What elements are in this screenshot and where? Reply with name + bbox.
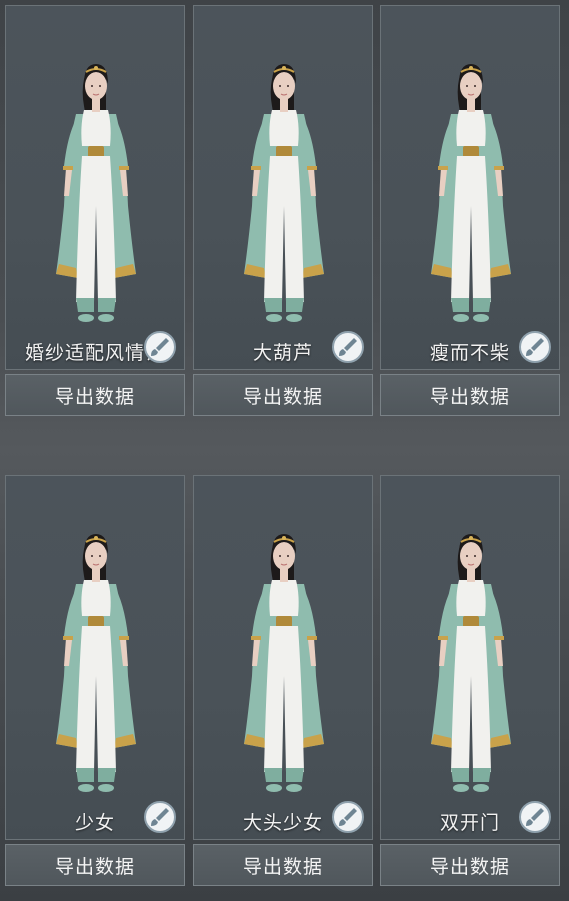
export-data-button[interactable]: 导出数据: [193, 844, 373, 886]
export-data-button[interactable]: 导出数据: [380, 374, 560, 416]
character-preview: [381, 476, 561, 841]
character-preview: [381, 6, 561, 371]
preset-card[interactable]: 双开门: [380, 475, 560, 840]
brush-icon: [339, 338, 357, 356]
character-preview: [194, 476, 374, 841]
brush-icon: [151, 338, 169, 356]
edit-preset-button[interactable]: [519, 801, 551, 833]
brush-icon: [151, 808, 169, 826]
edit-preset-button[interactable]: [144, 331, 176, 363]
character-preview: [6, 6, 186, 371]
edit-preset-button[interactable]: [144, 801, 176, 833]
character-preview: [194, 6, 374, 371]
preset-card[interactable]: 瘦而不柴: [380, 5, 560, 370]
preset-card[interactable]: 大头少女: [193, 475, 373, 840]
edit-preset-button[interactable]: [332, 801, 364, 833]
preset-card[interactable]: 少女: [5, 475, 185, 840]
brush-icon: [526, 338, 544, 356]
character-preview: [6, 476, 186, 841]
export-data-button[interactable]: 导出数据: [193, 374, 373, 416]
brush-icon: [526, 808, 544, 826]
export-data-button[interactable]: 导出数据: [5, 844, 185, 886]
export-data-button[interactable]: 导出数据: [5, 374, 185, 416]
preset-card[interactable]: 婚纱适配风情设: [5, 5, 185, 370]
preset-card[interactable]: 大葫芦: [193, 5, 373, 370]
brush-icon: [339, 808, 357, 826]
edit-preset-button[interactable]: [332, 331, 364, 363]
export-data-button[interactable]: 导出数据: [380, 844, 560, 886]
edit-preset-button[interactable]: [519, 331, 551, 363]
